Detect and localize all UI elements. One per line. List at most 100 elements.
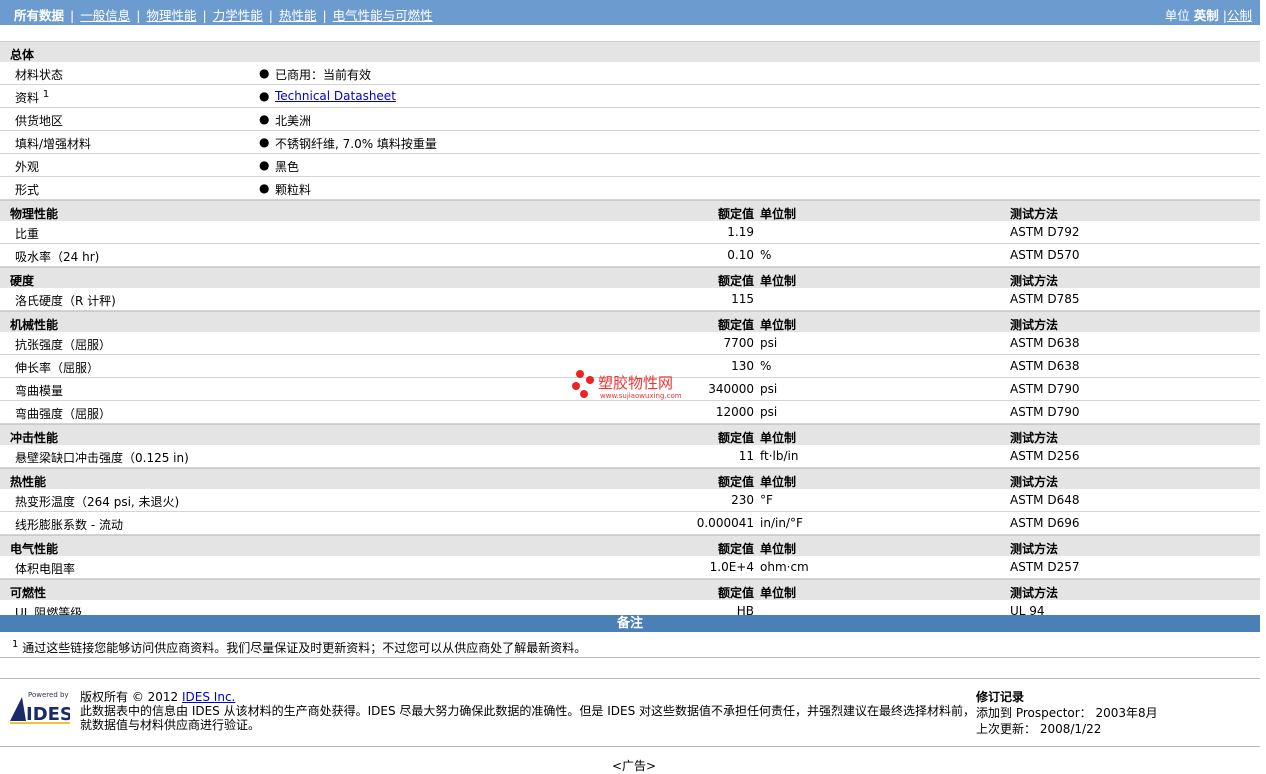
- col-value-header: 额定值: [717, 542, 754, 556]
- disclaimer: 此数据表中的信息由 IDES 从该材料的生产商处获得。IDES 尽最大努力确保此…: [80, 704, 976, 718]
- row-unit: %: [760, 248, 772, 262]
- row-label: 弯曲模量: [15, 384, 64, 398]
- row-value: 7700: [723, 336, 754, 350]
- bullet-icon: ●: [259, 135, 270, 149]
- unit-english[interactable]: 英制: [1194, 8, 1219, 23]
- row-label: 洛氏硬度（R 计秤): [15, 294, 116, 308]
- col-value-header: 额定值: [717, 274, 754, 288]
- nav-all-data[interactable]: 所有数据: [14, 8, 64, 23]
- svg-text:塑胶物性网: 塑胶物性网: [598, 374, 673, 392]
- table-row: 热变形温度（264 psi, 未退火) 230 °F ASTM D648: [0, 489, 1260, 512]
- row-value: 130: [731, 359, 754, 373]
- section-title: 电气性能: [10, 542, 59, 556]
- table-row: 吸水率（24 hr) 0.10% ASTM D570: [0, 244, 1260, 267]
- row-label: 供货地区: [15, 114, 64, 128]
- row-unit: °F: [760, 493, 773, 507]
- col-value-header: 额定值: [717, 586, 754, 600]
- row-label: 形式: [15, 183, 40, 197]
- section-header: 冲击性能 额定值 单位制 测试方法: [0, 424, 1260, 445]
- nav-physical[interactable]: 物理性能: [146, 8, 196, 23]
- row-method: ASTM D696: [1010, 516, 1080, 530]
- col-method-header: 测试方法: [1010, 318, 1059, 332]
- row-label: 资料 1: [15, 89, 50, 105]
- col-method-header: 测试方法: [1010, 542, 1059, 556]
- row-unit: psi: [760, 405, 778, 419]
- section-header: 物理性能 额定值 单位制 测试方法: [0, 200, 1260, 221]
- nav-general[interactable]: 一般信息: [80, 8, 130, 23]
- section-header-general: 总体: [0, 41, 1260, 62]
- row-unit: ohm·cm: [760, 560, 809, 574]
- row-label: 线形膨胀系数 - 流动: [15, 518, 123, 532]
- col-unit-header: 单位制: [760, 475, 797, 489]
- table-row: 形式 ● 颗粒料: [0, 177, 1260, 200]
- row-value: 北美洲: [275, 114, 312, 128]
- nav-electrical[interactable]: 电气性能与可燃性: [333, 8, 433, 23]
- unit-metric[interactable]: 公制: [1227, 8, 1252, 23]
- section-header: 机械性能 额定值 单位制 测试方法: [0, 311, 1260, 332]
- nav-mechanical[interactable]: 力学性能: [213, 8, 263, 23]
- col-unit-header: 单位制: [760, 318, 797, 332]
- col-value-header: 额定值: [717, 207, 754, 221]
- row-value: 颗粒料: [275, 183, 312, 197]
- table-row: 悬壁梁缺口冲击强度（0.125 in) 11 ft·lb/in ASTM D256: [0, 445, 1260, 468]
- datasheet-link[interactable]: Technical Datasheet: [275, 89, 396, 103]
- row-value: 黑色: [275, 160, 300, 174]
- col-unit-header: 单位制: [760, 207, 797, 221]
- watermark: 塑胶物性网 www.sujiaowuxing.com: [570, 368, 700, 407]
- row-value: 115: [731, 292, 754, 306]
- row-value: 11: [738, 449, 754, 463]
- row-value: 1.19: [727, 225, 754, 239]
- svg-text:IDES: IDES: [26, 704, 70, 725]
- watermark-logo-icon: 塑胶物性网www.sujiaowuxing.com: [572, 370, 682, 400]
- col-method-header: 测试方法: [1010, 274, 1059, 288]
- table-row: 材料状态 ● 已商用：当前有效: [0, 62, 1260, 85]
- table-row: 洛氏硬度（R 计秤) 115 ASTM D785: [0, 288, 1260, 311]
- col-unit-header: 单位制: [760, 542, 797, 556]
- row-value: 1.0E+4: [709, 560, 754, 574]
- section-header: 热性能 额定值 单位制 测试方法: [0, 468, 1260, 489]
- section-title: 总体: [10, 48, 35, 62]
- row-label: 外观: [15, 160, 40, 174]
- row-method: ASTM D790: [1010, 382, 1080, 396]
- row-label: 抗张强度（屈服）: [15, 338, 112, 352]
- row-label: 材料状态: [15, 68, 64, 82]
- row-label: 比重: [15, 227, 40, 241]
- ides-link[interactable]: IDES Inc.: [182, 690, 235, 704]
- row-value: 0.10: [727, 248, 754, 262]
- table-row: 抗张强度（屈服） 7700 psi ASTM D638: [0, 332, 1260, 355]
- col-value-header: 额定值: [717, 475, 754, 489]
- table-row: 体积电阻率 1.0E+4 ohm·cm ASTM D257: [0, 556, 1260, 579]
- col-unit-header: 单位制: [760, 274, 797, 288]
- row-value: 0.000041: [696, 516, 754, 530]
- row-value: 12000: [715, 405, 754, 419]
- table-row: 供货地区 ● 北美洲: [0, 108, 1260, 131]
- table-row: 资料 1 ● Technical Datasheet: [0, 85, 1260, 108]
- col-value-header: 额定值: [717, 431, 754, 445]
- bullet-icon: ●: [259, 112, 270, 126]
- section-header: 可燃性 额定值 单位制 测试方法: [0, 579, 1260, 600]
- properties-table: 总体 材料状态 ● 已商用：当前有效 资料 1 ● Technical Datasheet 供…: [0, 41, 1260, 623]
- table-row: 填料/增强材料 ● 不锈钢纤维, 7.0% 填料按重量: [0, 131, 1260, 154]
- svg-text:Powered by: Powered by: [28, 691, 69, 699]
- col-method-header: 测试方法: [1010, 586, 1059, 600]
- row-label: 伸长率（屈服）: [15, 361, 100, 375]
- nav-thermal[interactable]: 热性能: [279, 8, 317, 23]
- row-method: ASTM D792: [1010, 225, 1080, 239]
- table-row: 外观 ● 黑色: [0, 154, 1260, 177]
- bullet-icon: ●: [259, 89, 270, 103]
- section-title: 热性能: [10, 475, 47, 489]
- table-row: 比重 1.19 ASTM D792: [0, 221, 1260, 244]
- row-value: 已商用：当前有效: [275, 68, 372, 82]
- section-title: 冲击性能: [10, 431, 59, 445]
- row-unit: psi: [760, 382, 778, 396]
- col-unit-header: 单位制: [760, 586, 797, 600]
- row-method: ASTM D785: [1010, 292, 1080, 306]
- row-label: 体积电阻率: [15, 562, 76, 576]
- row-label: 吸水率（24 hr): [15, 250, 100, 264]
- notes-header: 备注: [0, 615, 1260, 632]
- revision-title: 修订记录: [976, 690, 1025, 704]
- row-label: 填料/增强材料: [15, 137, 92, 151]
- section-title: 物理性能: [10, 207, 59, 221]
- bullet-icon: ●: [259, 158, 270, 172]
- row-method: ASTM D790: [1010, 405, 1080, 419]
